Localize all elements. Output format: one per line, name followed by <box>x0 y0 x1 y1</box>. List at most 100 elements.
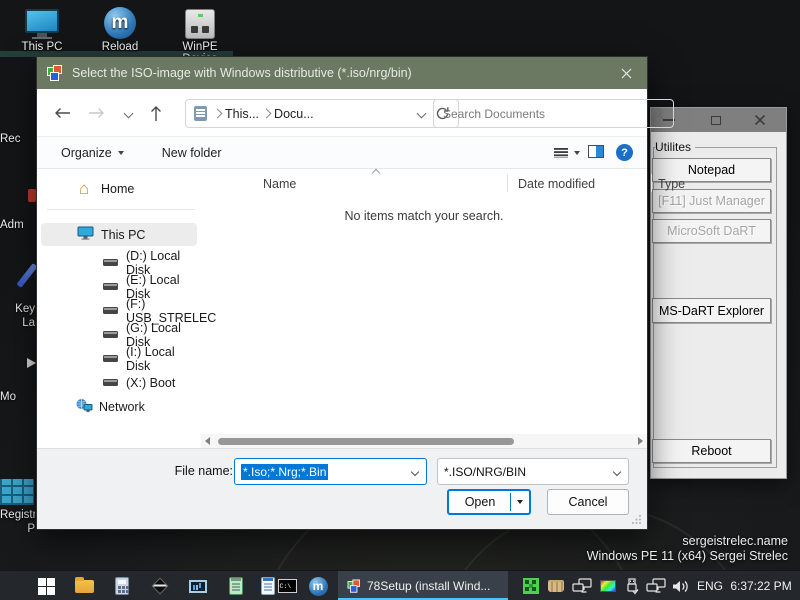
taskbar-clock[interactable]: 6:37:22 PM <box>728 571 794 600</box>
resize-grip[interactable] <box>631 514 642 525</box>
tray-display-color[interactable] <box>597 571 619 600</box>
ms-dart-explorer-button[interactable]: MS-DaRT Explorer <box>652 298 771 323</box>
back-icon[interactable] <box>49 101 75 125</box>
column-divider[interactable] <box>507 174 508 192</box>
notepad-icon <box>261 577 275 595</box>
taskbar-eraser-tool[interactable] <box>148 571 172 600</box>
column-header-name[interactable]: Name <box>263 177 296 191</box>
dropdown-arrow-icon <box>118 151 124 155</box>
cancel-button[interactable]: Cancel <box>547 489 629 515</box>
this-pc-icon <box>77 226 94 243</box>
new-folder-button[interactable]: New folder <box>162 146 222 160</box>
close-icon[interactable] <box>745 108 775 132</box>
sidebar-item-drive-f[interactable]: (F:) USB_STRELEC <box>41 299 197 322</box>
scroll-left-icon[interactable] <box>205 437 210 445</box>
sidebar-item-label: Home <box>101 182 134 196</box>
open-button-label: Open <box>465 495 496 509</box>
open-dropdown-icon[interactable] <box>517 500 523 504</box>
forward-icon[interactable] <box>83 101 109 125</box>
taskbar-active-task-78setup[interactable]: 78Setup (install Wind... <box>338 571 508 600</box>
dialog-title: Select the ISO-image with Windows distri… <box>72 66 412 80</box>
desktop-icon-label-registry[interactable]: RegistrP <box>0 508 35 536</box>
sidebar-item-network[interactable]: Network <box>41 395 197 418</box>
tray-volume[interactable] <box>670 571 692 600</box>
registry-icon-fragment <box>0 479 34 505</box>
sidebar-item-this-pc[interactable]: This PC <box>41 223 197 246</box>
taskbar-cmd[interactable]: C:\ <box>274 571 300 600</box>
horizontal-scrollbar[interactable] <box>201 434 647 448</box>
column-divider[interactable] <box>651 174 652 192</box>
taskbar-reload[interactable]: m <box>305 571 331 600</box>
desktop-icon-label-adm[interactable]: Adm <box>0 218 35 232</box>
tray-network-2[interactable] <box>645 571 667 600</box>
calculator-icon <box>115 577 129 595</box>
start-button[interactable] <box>34 571 58 600</box>
search-input[interactable] <box>443 107 651 121</box>
folder-icon <box>75 580 94 593</box>
notepad-icon <box>229 577 243 595</box>
file-type-combobox[interactable]: *.ISO/NRG/BIN <box>437 458 629 485</box>
breadcrumb-documents[interactable]: Docu... <box>270 107 318 121</box>
drive-icon <box>103 331 118 338</box>
file-name-value[interactable]: *.Iso;*.Nrg;*.Bin <box>241 464 328 480</box>
chevron-down-icon[interactable] <box>411 467 419 475</box>
view-mode-button[interactable] <box>554 148 580 158</box>
tray-usb[interactable] <box>622 571 642 600</box>
scrollbar-thumb[interactable] <box>218 438 514 445</box>
help-icon: ? <box>616 144 633 161</box>
sidebar-item-drive-e[interactable]: (E:) Local Disk <box>41 275 197 298</box>
file-name-combobox[interactable]: *.Iso;*.Nrg;*.Bin <box>234 458 427 485</box>
breadcrumb-this-pc[interactable]: This... <box>221 107 263 121</box>
taskbar-calculator[interactable] <box>110 571 134 600</box>
taskbar-file-explorer[interactable] <box>72 571 96 600</box>
navigation-bar: This... Docu... <box>37 89 647 137</box>
desktop-icon-this-pc[interactable]: This PC <box>6 3 78 53</box>
column-header-type[interactable]: Type <box>658 177 685 191</box>
taskbar-system-monitor[interactable] <box>186 571 210 600</box>
sidebar-item-drive-i[interactable]: (I:) Local Disk <box>41 347 197 370</box>
reboot-button[interactable]: Reboot <box>652 439 771 463</box>
desktop-icon-label-key[interactable]: KeyLa <box>0 302 35 330</box>
just-manager-button: [F11] Just Manager <box>652 189 771 213</box>
dialog-titlebar[interactable]: Select the ISO-image with Windows distri… <box>37 57 647 89</box>
tray-network-app[interactable] <box>571 571 593 600</box>
sidebar-separator <box>47 209 195 210</box>
taskbar-notepad-green[interactable] <box>224 571 248 600</box>
help-button[interactable]: ? <box>616 144 633 161</box>
desktop-icon-reload[interactable]: m Reload <box>84 3 156 53</box>
color-display-icon <box>600 580 616 592</box>
partial-icon <box>28 189 36 202</box>
address-dropdown-icon[interactable] <box>417 109 427 119</box>
open-button[interactable]: Open <box>447 489 531 515</box>
sidebar-item-label: Network <box>99 400 145 414</box>
sidebar-item-drive-x[interactable]: (X:) Boot <box>41 371 197 394</box>
sidebar-item-drive-g[interactable]: (G:) Local Disk <box>41 323 197 346</box>
sidebar-item-home[interactable]: ⌂ Home <box>41 177 197 200</box>
active-task-label: 78Setup (install Wind... <box>367 579 490 593</box>
watermark-line1: sergeistrelec.name <box>587 534 788 549</box>
this-pc-icon <box>6 3 78 39</box>
utilites-window: Utilites Notepad [F11] Just Manager Micr… <box>650 107 787 479</box>
sidebar-item-drive-d[interactable]: (D:) Local Disk <box>41 251 197 274</box>
tray-basket-app[interactable] <box>546 571 566 600</box>
history-chevron-icon[interactable] <box>115 101 141 125</box>
green-pixel-icon <box>523 578 539 594</box>
desktop-icon-label-mo[interactable]: Mo <box>0 390 35 404</box>
empty-folder-message: No items match your search. <box>201 209 647 223</box>
preview-pane-button[interactable] <box>588 145 604 161</box>
sidebar-item-label: (I:) Local Disk <box>126 345 197 373</box>
microsoft-dart-button: MicroSoft DaRT <box>652 219 771 243</box>
column-header-date-modified[interactable]: Date modified <box>518 177 595 191</box>
maximize-button[interactable] <box>701 108 731 132</box>
up-icon[interactable] <box>143 101 169 125</box>
language-indicator[interactable]: ENG <box>694 571 726 600</box>
drive-icon <box>103 307 118 314</box>
address-bar[interactable]: This... Docu... <box>185 99 459 128</box>
tray-green-app[interactable] <box>521 571 541 600</box>
scroll-right-icon[interactable] <box>638 437 643 445</box>
organize-button[interactable]: Organize <box>61 146 124 160</box>
close-icon[interactable] <box>605 57 647 89</box>
file-name-label: File name: <box>151 464 233 478</box>
chevron-down-icon[interactable] <box>613 467 621 475</box>
desktop-icon-label-recycle[interactable]: Rec <box>0 132 35 146</box>
